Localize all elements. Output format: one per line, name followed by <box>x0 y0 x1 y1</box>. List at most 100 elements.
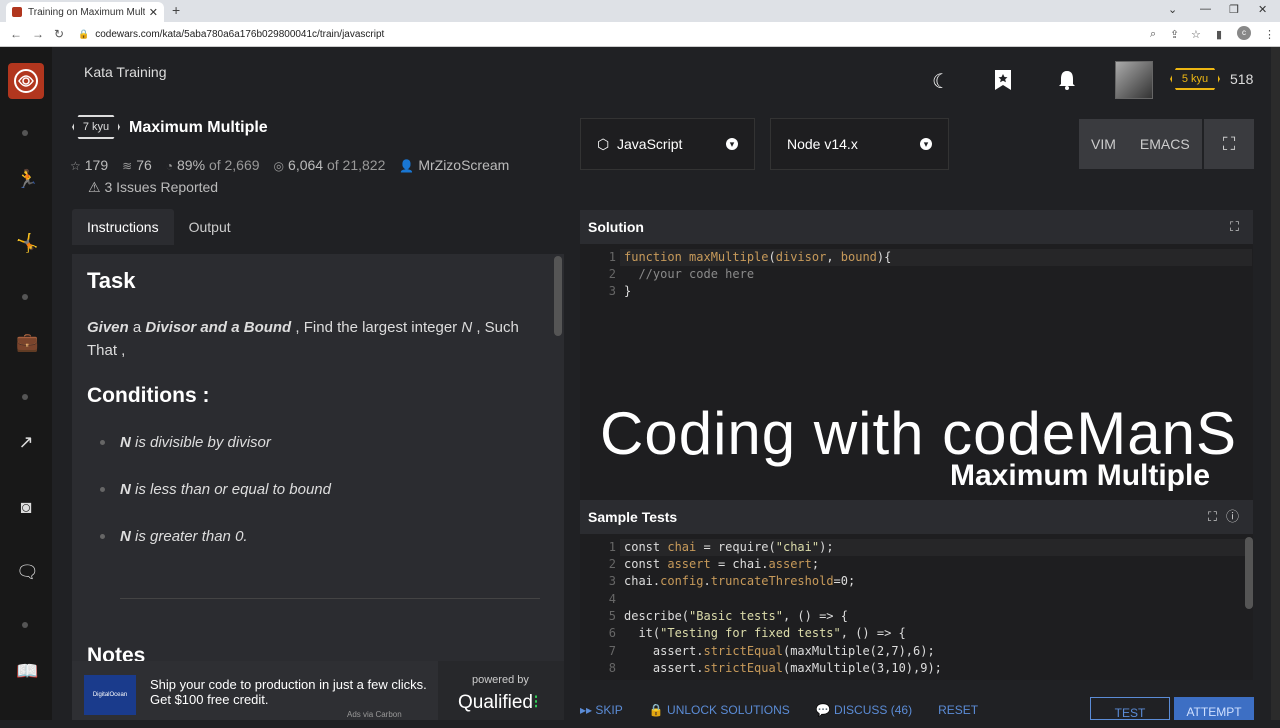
tab-instructions[interactable]: Instructions <box>72 209 174 245</box>
codewars-favicon-icon <box>12 7 22 17</box>
expand-icon[interactable]: ⛶ <box>1230 210 1239 244</box>
sidebar-divider-dot <box>22 130 28 136</box>
browser-tab-bar: Training on Maximum Multiple | ✕ + ⌄ — ❐… <box>0 0 1280 22</box>
bookmarks-icon[interactable] <box>993 69 1013 97</box>
sidebar-chat-icon[interactable]: 🗨 <box>16 562 39 582</box>
stat-collections[interactable]: ≋ 76 <box>122 157 152 173</box>
javascript-icon: ⬡ <box>597 135 610 152</box>
sidebar-practice-icon[interactable]: 🏃 <box>16 169 38 189</box>
kata-rank-badge: 7 kyu <box>72 115 120 139</box>
reset-button[interactable]: RESET <box>938 703 978 717</box>
help-icon[interactable]: ⓘ <box>1226 500 1239 534</box>
condition-item: N is divisible by divisor <box>100 434 271 451</box>
discuss-button[interactable]: 💬 DISCUSS (46) <box>816 703 912 717</box>
close-tab-icon[interactable]: ✕ <box>149 6 158 19</box>
chevron-down-icon: ▾ <box>920 138 932 150</box>
sidebar-book-icon[interactable]: 📖 <box>16 661 38 681</box>
powered-by-qualified[interactable]: powered by Qualified⁝ <box>438 661 564 720</box>
new-tab-icon[interactable]: + <box>172 2 180 18</box>
video-watermark-subtitle: Maximum Multiple <box>950 459 1211 492</box>
task-paragraph: Given a Divisor and a Bound , Find the l… <box>87 319 519 359</box>
layers-icon: ≋ <box>122 159 133 173</box>
language-select[interactable]: ⬡ JavaScript ▾ <box>580 118 755 170</box>
chat-icon: 💬 <box>815 703 831 717</box>
notifications-bell-icon[interactable] <box>1056 69 1078 97</box>
chevron-down-icon[interactable]: ⌄ <box>1168 3 1177 16</box>
test-button[interactable]: TEST <box>1090 697 1170 720</box>
sample-tests-editor[interactable]: 1 2 3 4 5 6 7 8 const chai = require("ch… <box>580 534 1253 680</box>
qualified-logo: Qualified⁝ <box>458 692 540 713</box>
kata-title: Maximum Multiple <box>129 119 268 136</box>
dark-mode-icon[interactable]: ☾ <box>932 69 950 94</box>
sidebar-trending-icon[interactable]: ↗ <box>16 432 36 452</box>
sidebar-divider-dot <box>22 394 28 400</box>
code-line: } <box>624 284 632 298</box>
solution-header: Solution ⛶ <box>580 210 1253 244</box>
restore-icon[interactable]: ❐ <box>1229 3 1239 16</box>
task-heading: Task <box>87 268 136 293</box>
zoom-icon[interactable]: ⌕ <box>1150 28 1156 41</box>
fullscreen-icon[interactable]: ⛶ <box>1204 119 1254 169</box>
code-line: const assert = chai.assert; <box>624 557 820 571</box>
code-line: describe("Basic tests", () => { <box>624 609 848 623</box>
close-window-icon[interactable]: ✕ <box>1258 3 1267 16</box>
instructions-panel: Task Given a Divisor and a Bound , Find … <box>72 254 564 720</box>
ad-via[interactable]: Ads via Carbon <box>347 710 402 719</box>
conditions-heading: Conditions : <box>87 384 210 407</box>
share-icon[interactable]: ⇪ <box>1170 28 1179 41</box>
tab-output[interactable]: Output <box>174 209 246 245</box>
reload-icon[interactable]: ↻ <box>54 27 64 41</box>
sidebar-divider-dot <box>22 622 28 628</box>
url-text: codewars.com/kata/5aba780a6a176b02980004… <box>95 29 385 40</box>
sample-tests-header: Sample Tests ⛶ ⓘ <box>580 500 1253 534</box>
page-scrollbar[interactable] <box>1271 47 1280 720</box>
sidebar-briefcase-icon[interactable]: 💼 <box>16 332 38 352</box>
page-section-title: Kata Training <box>84 64 167 80</box>
instructions-scrollbar[interactable] <box>554 256 562 336</box>
code-line: chai.config.truncateThreshold=0; <box>624 574 856 588</box>
carbon-ad[interactable]: DigitalOcean Ship your code to productio… <box>72 661 564 720</box>
solution-editor[interactable]: 1 2 3 function maxMultiple(divisor, boun… <box>580 244 1253 394</box>
chevron-down-icon: ▾ <box>726 138 738 150</box>
sidebar-dojo-icon[interactable]: 🤸 <box>16 233 38 253</box>
browser-tab[interactable]: Training on Maximum Multiple | ✕ <box>6 2 164 22</box>
more-menu-icon[interactable]: ⋮ <box>1264 28 1275 41</box>
sidebar-discord-icon[interactable]: ◙ <box>16 497 36 517</box>
stat-satisfaction: ◔ 89% of 2,669 <box>165 157 260 173</box>
code-line: const chai = require("chai"); <box>624 540 834 554</box>
user-avatar[interactable] <box>1115 61 1153 99</box>
minimize-icon[interactable]: — <box>1200 3 1211 15</box>
divider <box>120 598 540 599</box>
issues-reported[interactable]: ⚠ 3 Issues Reported <box>88 179 218 196</box>
description-tabs: Instructions Output <box>72 209 246 245</box>
address-bar: ← → ↻ 🔒 codewars.com/kata/5aba780a6a176b… <box>0 22 1280 47</box>
unlock-solutions-button[interactable]: 🔒 UNLOCK SOLUTIONS <box>649 703 790 717</box>
logo-mark <box>14 69 38 93</box>
attempt-button[interactable]: ATTEMPT <box>1174 697 1254 720</box>
emacs-mode-button[interactable]: EMACS <box>1128 136 1202 152</box>
browser-tab-title: Training on Maximum Multiple | <box>28 6 145 18</box>
gauge-icon: ◔ <box>165 159 174 173</box>
expand-icon[interactable]: ⛶ <box>1208 500 1217 534</box>
lock-icon: 🔒 <box>78 29 90 39</box>
skip-button[interactable]: ▸▸ SKIP <box>580 703 623 717</box>
codewars-logo-icon[interactable] <box>8 63 44 99</box>
profile-avatar[interactable]: c <box>1237 26 1251 40</box>
sidebar: 🏃 🤸 💼 ↗ ◙ 🗨 📖 <box>0 47 52 720</box>
tests-scrollbar[interactable] <box>1245 537 1253 609</box>
bookmark-star-icon[interactable]: ☆ <box>1191 28 1201 41</box>
back-icon[interactable]: ← <box>10 27 22 41</box>
forward-icon[interactable]: → <box>32 27 44 41</box>
video-watermark-title: Coding with codeManS <box>600 400 1238 467</box>
stat-author[interactable]: 👤 MrZizoScream <box>399 157 509 173</box>
url-field[interactable]: 🔒 codewars.com/kata/5aba780a6a176b029800… <box>78 25 1148 44</box>
warning-icon: ⚠ <box>88 179 101 195</box>
version-select[interactable]: Node v14.x ▾ <box>770 118 949 170</box>
stat-stars[interactable]: ☆ 179 <box>70 157 108 173</box>
main-area: Kata Training ☾ 5 kyu 518 7 kyu Maximum … <box>52 47 1280 720</box>
vim-mode-button[interactable]: VIM <box>1079 136 1128 152</box>
condition-item: N is less than or equal to bound <box>100 481 331 498</box>
kata-stats: ☆ 179 ≋ 76 ◔ 89% of 2,669 ◎ 6,064 of 21,822 … <box>70 157 509 173</box>
sidepanel-icon[interactable]: ▮ <box>1216 28 1222 41</box>
code-line: function maxMultiple(divisor, bound){ <box>624 250 892 264</box>
